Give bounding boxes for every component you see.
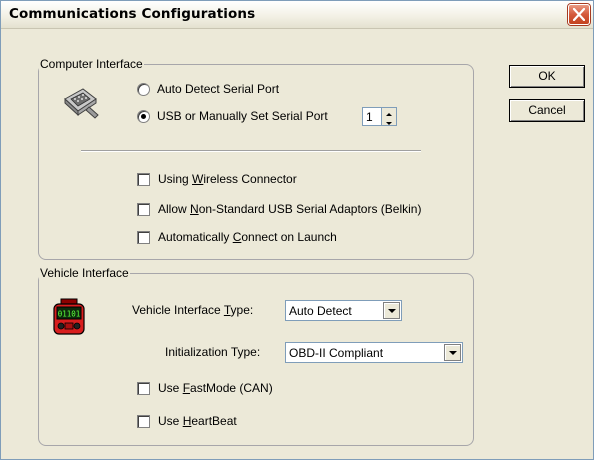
fastmode-label-mnemonic: F [182,381,191,395]
nonstandard-usb-label[interactable]: Allow Non-Standard USB Serial Adaptors (… [158,202,421,216]
nonstandard-label-post: on-Standard USB Serial Adaptors (Belkin) [198,202,422,216]
heartbeat-label-pre: Use [158,414,183,428]
wireless-label-mnemonic: W [192,172,204,186]
auto-connect-label[interactable]: Automatically Connect on Launch [158,230,337,244]
fastmode-label-post: astMode (CAN) [190,381,273,395]
serial-port-spinner[interactable] [382,107,397,126]
wireless-checkbox[interactable] [137,173,150,186]
heartbeat-label-post: eartBeat [191,414,237,428]
vehicle-interface-type-value: Auto Detect [289,304,352,318]
fastmode-checkbox[interactable] [137,382,150,395]
vehicle-interface-legend: Vehicle Interface [40,266,129,280]
fastmode-label[interactable]: Use FastMode (CAN) [158,381,273,395]
nonstandard-label-mnemonic: N [190,202,199,216]
wireless-label-post: ireless Connector [203,172,297,186]
vehicle-interface-type-select[interactable]: Auto Detect [285,300,402,321]
title-bar[interactable]: Communications Configurations [1,1,593,29]
chevron-down-icon [388,309,396,313]
wireless-label[interactable]: Using Wireless Connector [158,172,297,186]
usb-manual-radio[interactable] [137,110,150,123]
vehicle-interface-type-label: Vehicle Interface Type: [132,303,253,317]
obd-device-icon: 01101 [53,298,85,335]
initialization-type-value: OBD-II Compliant [289,346,384,360]
dropdown-button[interactable] [444,344,461,361]
type-label-mnemonic: T [223,303,231,317]
type-label-pre: Vehicle Interface [132,303,224,317]
close-button[interactable] [568,4,590,25]
serial-connector-icon [64,88,99,119]
wireless-label-pre: Using [158,172,193,186]
fastmode-label-pre: Use [158,381,183,395]
heartbeat-checkbox[interactable] [137,415,150,428]
auto-detect-label[interactable]: Auto Detect Serial Port [157,82,279,96]
nonstandard-label-pre: Allow [158,202,191,216]
auto-detect-radio[interactable] [137,83,150,96]
window-title: Communications Configurations [9,6,256,22]
autoconnect-label-pre: Automatically [158,230,233,244]
type-label-post: ype: [230,303,254,317]
nonstandard-usb-checkbox[interactable] [137,203,150,216]
dropdown-button[interactable] [383,302,400,319]
chevron-down-icon [449,351,457,355]
radio-selected-dot [141,114,146,119]
initialization-type-select[interactable]: OBD-II Compliant [285,342,463,363]
auto-connect-checkbox[interactable] [137,231,150,244]
serial-port-input[interactable]: 1 [362,107,382,126]
autoconnect-label-post: onnect on Launch [241,230,337,244]
computer-interface-legend: Computer Interface [40,57,143,71]
heartbeat-label[interactable]: Use HeartBeat [158,414,237,428]
ok-button[interactable]: OK [509,65,585,88]
spin-up-button[interactable] [382,108,396,117]
computer-interface-divider [81,150,421,152]
arrow-down-icon [386,122,392,125]
close-icon [573,8,585,21]
cancel-button[interactable]: Cancel [509,99,585,122]
initialization-type-label: Initialization Type: [165,345,261,359]
usb-manual-label[interactable]: USB or Manually Set Serial Port [157,109,328,123]
device-display-text: 01101 [58,310,81,319]
spin-down-button[interactable] [382,117,396,126]
communications-dialog: Communications Configurations Computer I… [0,0,594,460]
